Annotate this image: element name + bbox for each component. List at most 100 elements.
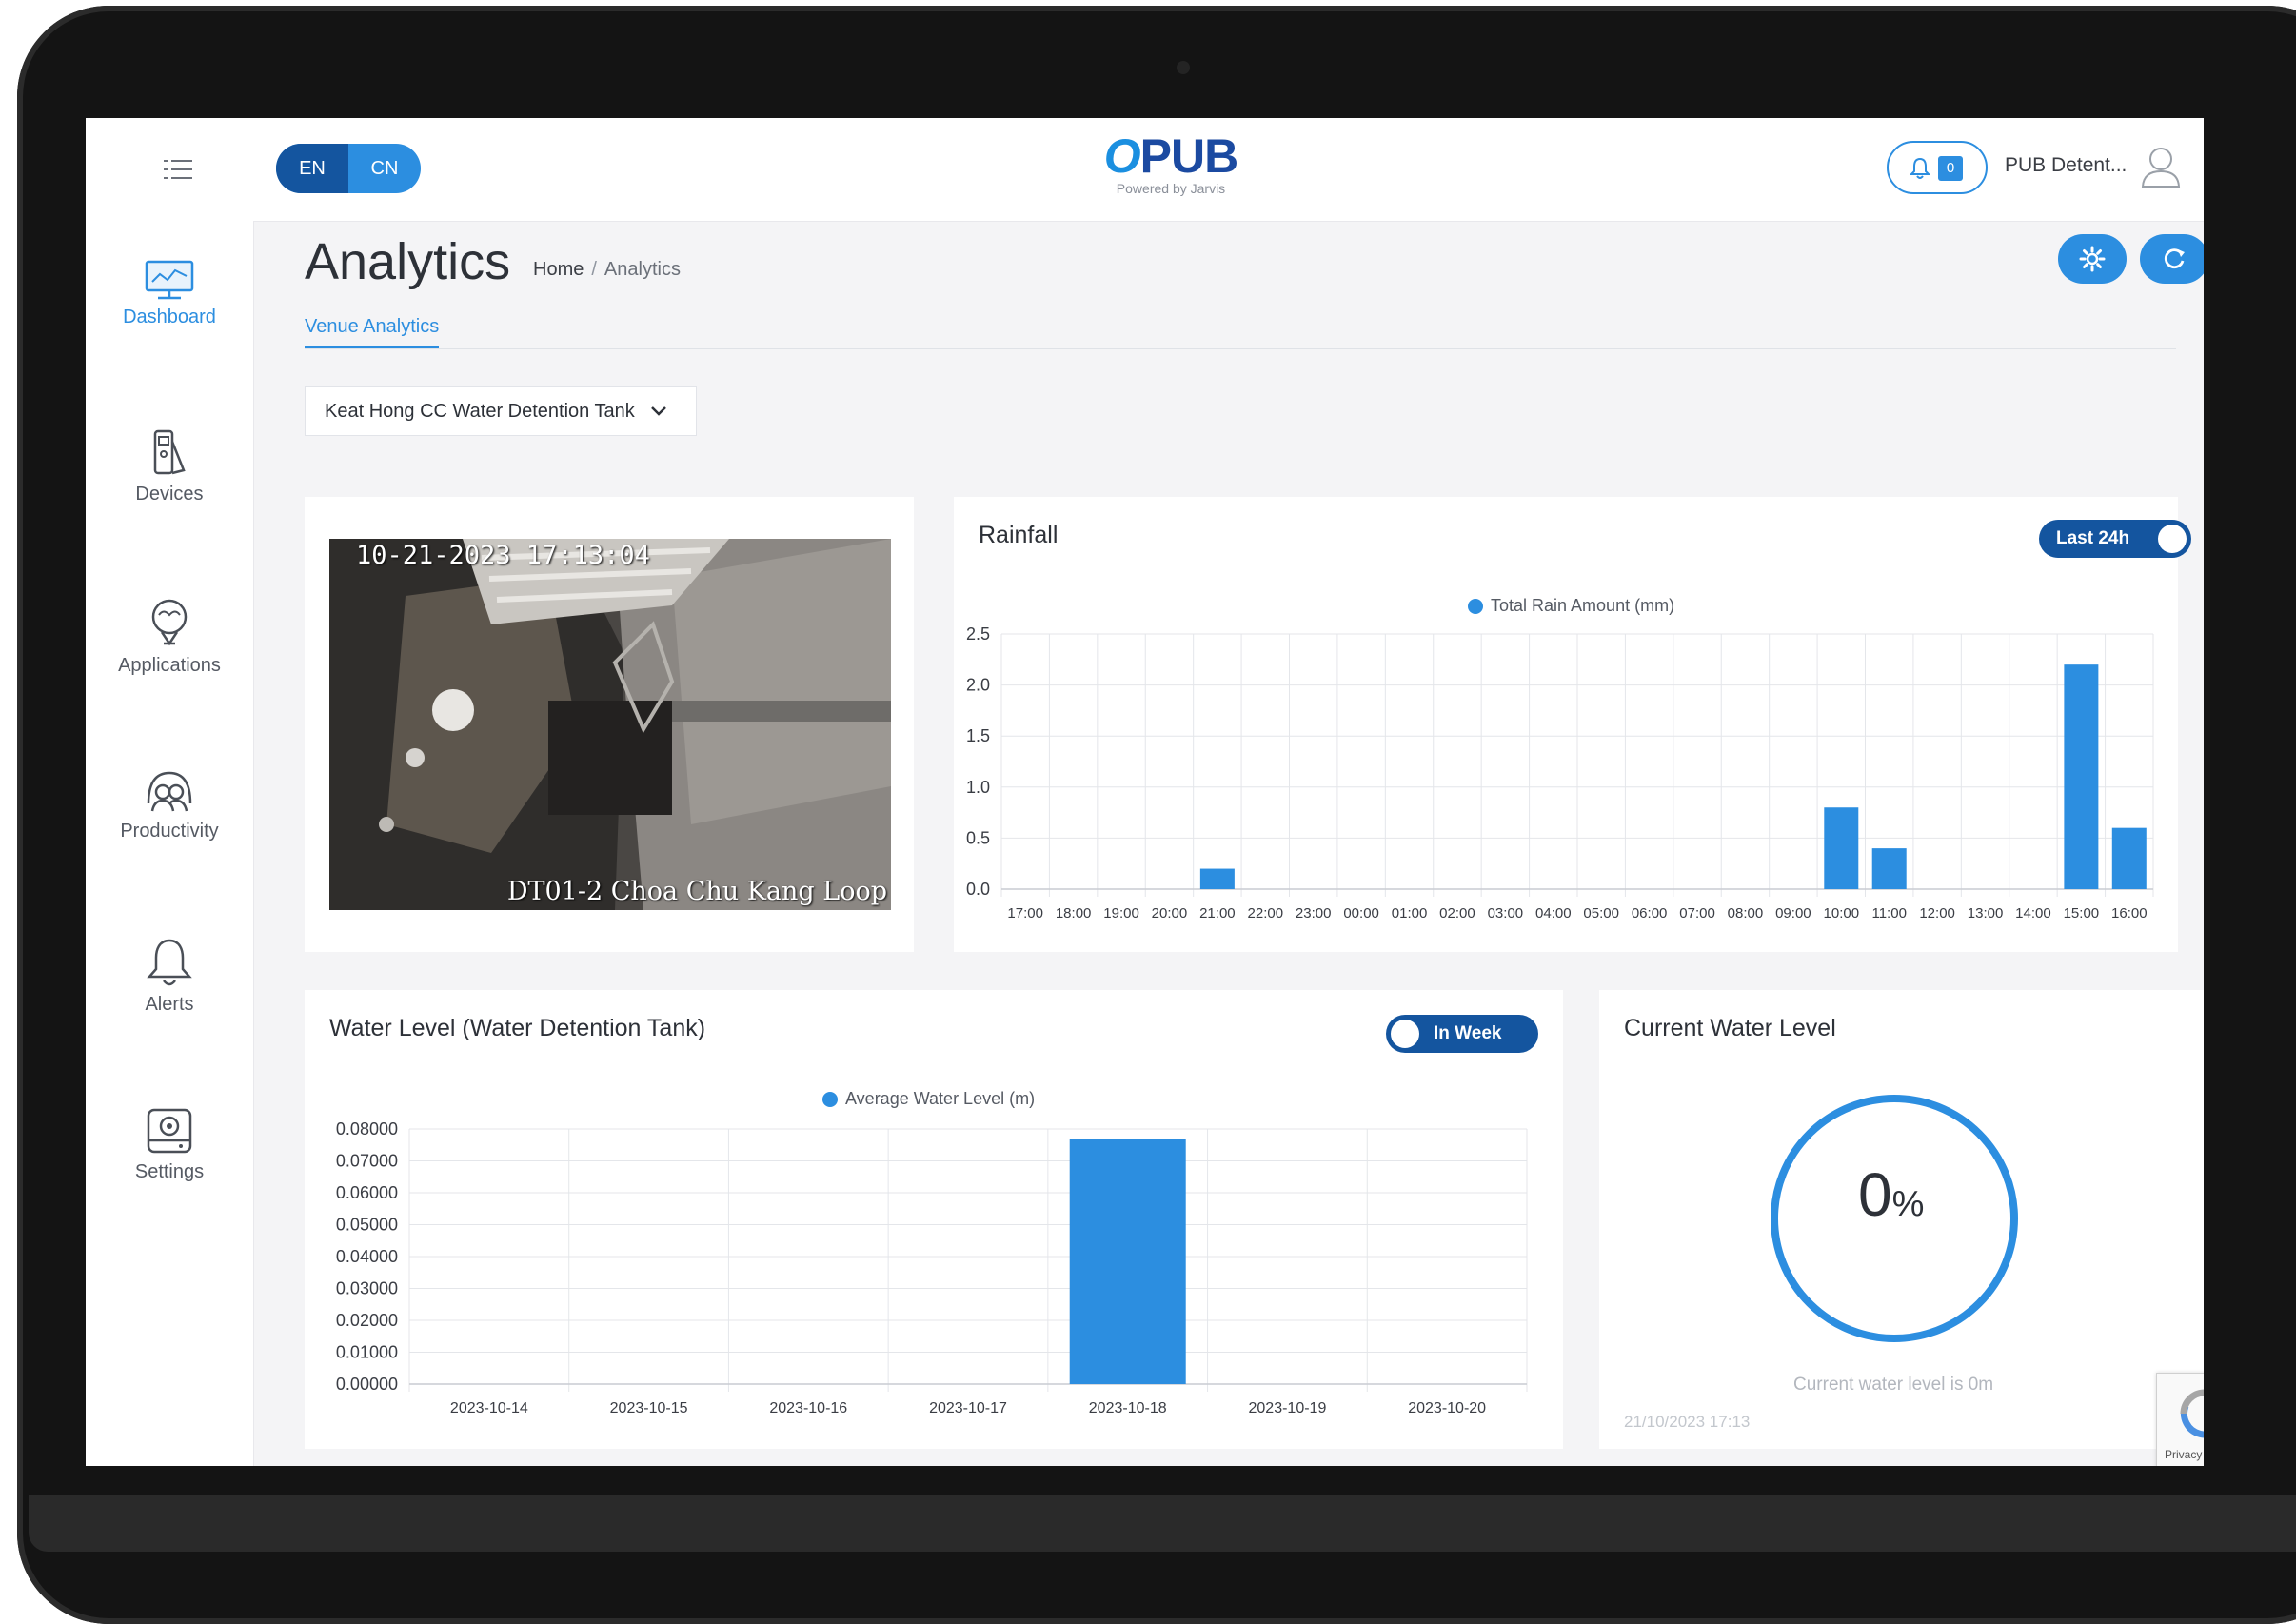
- y-tick-label: 0.00000: [336, 1375, 398, 1394]
- x-tick-label: 21:00: [1199, 905, 1236, 921]
- y-tick-label: 0.06000: [336, 1183, 398, 1202]
- monitor-icon: [145, 260, 194, 300]
- bar[interactable]: [1199, 868, 1235, 889]
- x-tick-label: 2023-10-16: [769, 1400, 847, 1416]
- venue-select[interactable]: Keat Hong CC Water Detention Tank: [305, 386, 697, 436]
- sidebar-label: Devices: [135, 484, 204, 505]
- sidebar: Dashboard Devices Applications Productiv…: [86, 221, 254, 1466]
- sidebar-label: Alerts: [145, 994, 194, 1015]
- logo-text: PUB: [1139, 129, 1239, 183]
- x-tick-label: 01:00: [1392, 905, 1428, 921]
- x-tick-label: 18:00: [1056, 905, 1092, 921]
- gauge-number: 0: [1858, 1160, 1892, 1229]
- sidebar-item-applications[interactable]: Applications: [86, 598, 253, 750]
- x-tick-label: 03:00: [1488, 905, 1524, 921]
- venue-select-value: Keat Hong CC Water Detention Tank: [325, 400, 635, 422]
- x-tick-label: 10:00: [1824, 905, 1860, 921]
- sidebar-label: Productivity: [120, 821, 219, 842]
- settings-device-icon: [147, 1108, 192, 1154]
- bar[interactable]: [1069, 1139, 1186, 1384]
- bar[interactable]: [2064, 664, 2099, 889]
- y-tick-label: 1.5: [966, 726, 990, 745]
- webcam: [1177, 61, 1190, 74]
- camera-card: 10-21-2023 17:13:04 DT01-2 Choa Chu Kang…: [305, 497, 914, 952]
- gauge-timestamp: 21/10/2023 17:13: [1624, 1413, 1751, 1431]
- bulb-icon: [151, 599, 188, 646]
- menu-icon[interactable]: [162, 156, 194, 183]
- gauge-value: 0%: [1858, 1159, 1924, 1230]
- y-tick-label: 0.08000: [336, 1119, 398, 1139]
- y-tick-label: 1.0: [966, 778, 990, 797]
- x-tick-label: 07:00: [1679, 905, 1715, 921]
- user-avatar-icon[interactable]: [2140, 145, 2182, 188]
- sidebar-item-productivity[interactable]: Productivity: [86, 767, 253, 920]
- logo-subtitle: Powered by Jarvis: [1116, 181, 1226, 196]
- x-tick-label: 11:00: [1871, 905, 1906, 921]
- user-name[interactable]: PUB Detent...: [2005, 154, 2127, 177]
- x-tick-label: 14:00: [2015, 905, 2051, 921]
- rainfall-card: Rainfall Last 24h Total Rain Amount (mm)…: [954, 497, 2191, 952]
- top-header: EN CN OPUB Powered by Jarvis 0 PUB Deten…: [86, 118, 2204, 222]
- people-icon: [147, 771, 192, 812]
- y-tick-label: 0.07000: [336, 1152, 398, 1171]
- breadcrumb-separator: /: [591, 259, 597, 280]
- tab-venue-analytics[interactable]: Venue Analytics: [305, 316, 440, 348]
- refresh-button[interactable]: [2140, 234, 2204, 284]
- bell-icon: [1910, 157, 1930, 179]
- recaptcha-icon: [2180, 1389, 2204, 1438]
- x-tick-label: 02:00: [1439, 905, 1475, 921]
- x-tick-label: 23:00: [1296, 905, 1332, 921]
- lang-cn-button[interactable]: CN: [348, 144, 421, 193]
- pub-logo: OPUB Powered by Jarvis: [1076, 129, 1266, 196]
- current-level-title: Current Water Level: [1624, 1015, 1836, 1041]
- x-tick-label: 12:00: [1919, 905, 1955, 921]
- x-tick-label: 2023-10-20: [1408, 1400, 1486, 1416]
- y-tick-label: 0.5: [966, 828, 990, 847]
- water-level-chart: 0.00000 0.01000 0.02000 0.03000 0.04000 0.050…: [336, 1119, 1528, 1416]
- x-tick-label: 15:00: [2064, 905, 2100, 921]
- gauge-unit: %: [1891, 1184, 1925, 1224]
- camera-label: DT01-2 Choa Chu Kang Loop: [506, 877, 887, 906]
- camera-timestamp: 10-21-2023 17:13:04: [356, 541, 650, 570]
- chevron-down-icon: [650, 406, 666, 416]
- sidebar-item-devices[interactable]: Devices: [86, 428, 253, 581]
- sidebar-label: Dashboard: [123, 307, 216, 327]
- tab-divider: [305, 348, 2176, 349]
- x-tick-label: 04:00: [1535, 905, 1572, 921]
- x-tick-label: 16:00: [2111, 905, 2148, 921]
- gauge-caption: Current water level is 0m: [1793, 1375, 1994, 1395]
- x-tick-label: 17:00: [1007, 905, 1043, 921]
- y-tick-label: 0.05000: [336, 1216, 398, 1235]
- recaptcha-badge[interactable]: Privacy - Terms: [2156, 1373, 2204, 1466]
- bar[interactable]: [2111, 827, 2147, 889]
- breadcrumb-current: Analytics: [604, 259, 681, 280]
- y-tick-label: 0.02000: [336, 1311, 398, 1330]
- x-tick-label: 2023-10-14: [450, 1400, 528, 1416]
- bell-icon: [147, 939, 192, 986]
- x-tick-label: 05:00: [1583, 905, 1619, 921]
- breadcrumb-home[interactable]: Home: [533, 259, 584, 280]
- x-tick-label: 13:00: [1968, 905, 2004, 921]
- recaptcha-text: Privacy - Terms: [2165, 1448, 2204, 1461]
- notification-button[interactable]: 0: [1887, 141, 1988, 194]
- rainfall-chart: 0.0 0.5 1.0 1.5 2.0 2.5 17:00 18:00 19:00 20:00 21…: [966, 624, 2154, 921]
- notification-count: 0: [1938, 156, 1963, 181]
- bar[interactable]: [1824, 807, 1859, 889]
- lang-en-button[interactable]: EN: [276, 144, 348, 193]
- water-level-card: Water Level (Water Detention Tank) In We…: [305, 990, 1563, 1449]
- camera-feed-image: [329, 539, 891, 910]
- laptop-base: [29, 1495, 2296, 1552]
- sidebar-item-alerts[interactable]: Alerts: [86, 937, 253, 1089]
- x-tick-label: 22:00: [1248, 905, 1284, 921]
- y-tick-label: 0.03000: [336, 1279, 398, 1298]
- page-title: Analytics: [305, 233, 511, 290]
- settings-button[interactable]: [2058, 234, 2127, 284]
- bar[interactable]: [1871, 848, 1907, 889]
- sidebar-item-dashboard[interactable]: Dashboard: [86, 259, 253, 411]
- y-tick-label: 0.01000: [336, 1343, 398, 1362]
- x-tick-label: 00:00: [1343, 905, 1379, 921]
- camera-feed[interactable]: 10-21-2023 17:13:04 DT01-2 Choa Chu Kang…: [329, 539, 891, 910]
- x-tick-label: 09:00: [1775, 905, 1811, 921]
- sidebar-item-settings[interactable]: Settings: [86, 1106, 253, 1258]
- y-tick-label: 2.0: [966, 676, 990, 695]
